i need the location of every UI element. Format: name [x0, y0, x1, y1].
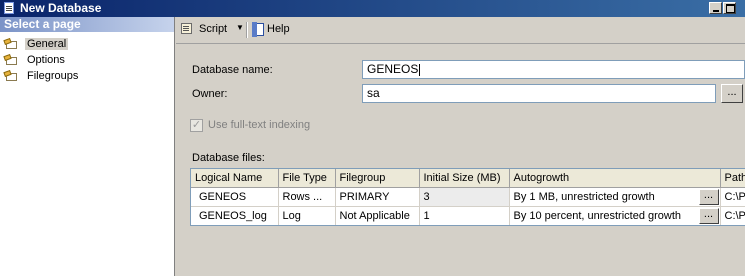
owner-value: sa: [367, 86, 380, 100]
column-header-file-type[interactable]: File Type: [278, 169, 336, 188]
file-type-cell[interactable]: Log: [278, 206, 336, 225]
owner-label: Owner:: [192, 88, 228, 100]
minimize-icon: [713, 10, 719, 12]
fulltext-checkbox[interactable]: ✓: [190, 119, 203, 132]
column-header-logical-name[interactable]: Logical Name: [191, 169, 279, 188]
initial-size-cell[interactable]: 1: [419, 206, 510, 225]
help-label: Help: [267, 23, 290, 35]
sidebar-item-label: General: [25, 38, 69, 50]
maximize-icon: [726, 4, 735, 13]
table-header-row: Logical Name File Type Filegroup Initial…: [191, 169, 745, 188]
toolbar: Script ▼ Help: [176, 17, 745, 44]
path-cell[interactable]: C:\P: [720, 206, 745, 225]
sidebar-item-options[interactable]: Options: [4, 53, 164, 68]
sidebar-item-filegroups[interactable]: Filegroups: [4, 69, 164, 84]
title-bar: New Database: [0, 0, 745, 17]
logical-name-cell[interactable]: GENEOS_log: [191, 206, 279, 225]
sidebar-item-label: Filegroups: [27, 70, 79, 82]
script-label: Script: [199, 23, 228, 35]
page-icon: [4, 38, 19, 50]
autogrowth-value: By 10 percent, unrestricted growth: [513, 209, 682, 222]
toolbar-separator: [246, 22, 248, 38]
page-selector-panel: Select a page General Options Filegroups: [0, 17, 175, 276]
autogrowth-cell[interactable]: By 10 percent, unrestricted growth ...: [509, 206, 721, 225]
table-row[interactable]: GENEOS Rows ... PRIMARY 3 By 1 MB, unres…: [191, 187, 745, 207]
path-cell[interactable]: C:\P: [720, 187, 745, 207]
maximize-button[interactable]: [723, 2, 736, 14]
column-header-path[interactable]: Path: [720, 169, 745, 188]
column-header-initial-size[interactable]: Initial Size (MB): [419, 169, 510, 188]
autogrowth-browse-button[interactable]: ...: [698, 188, 719, 205]
initial-size-cell[interactable]: 3: [419, 187, 510, 207]
page-icon: [4, 70, 19, 82]
column-header-filegroup[interactable]: Filegroup: [335, 169, 420, 188]
fulltext-label: Use full-text indexing: [208, 119, 311, 131]
file-type-cell[interactable]: Rows ...: [278, 187, 336, 207]
filegroup-cell[interactable]: Not Applicable: [335, 206, 420, 225]
sidebar-item-general[interactable]: General: [4, 37, 164, 52]
column-header-autogrowth[interactable]: Autogrowth: [509, 169, 721, 188]
sidebar-item-label: Options: [27, 54, 65, 66]
help-icon: [252, 22, 266, 37]
database-files-table: Logical Name File Type Filegroup Initial…: [191, 169, 745, 225]
select-page-label: Select a page: [4, 17, 81, 31]
database-icon: [4, 2, 14, 14]
text-caret: [419, 63, 421, 76]
database-name-value: GENEOS: [367, 62, 419, 76]
table-row[interactable]: GENEOS_log Log Not Applicable 1 By 10 pe…: [191, 206, 745, 225]
autogrowth-browse-button[interactable]: ...: [698, 207, 719, 224]
autogrowth-cell[interactable]: By 1 MB, unrestricted growth ...: [509, 187, 721, 207]
filegroup-cell[interactable]: PRIMARY: [335, 187, 420, 207]
script-button[interactable]: Script ▼: [180, 22, 244, 38]
select-page-header: Select a page: [0, 17, 174, 32]
autogrowth-value: By 1 MB, unrestricted growth: [513, 190, 655, 203]
script-icon: [180, 23, 194, 36]
dropdown-arrow-icon: ▼: [236, 23, 244, 32]
owner-browse-button[interactable]: ...: [721, 84, 743, 103]
logical-name-cell[interactable]: GENEOS: [191, 187, 279, 207]
database-files-label: Database files:: [192, 152, 265, 164]
database-name-input[interactable]: GENEOS: [362, 60, 745, 79]
owner-input[interactable]: sa: [362, 84, 716, 103]
window-title: New Database: [20, 1, 102, 15]
page-icon: [4, 54, 19, 66]
database-name-label: Database name:: [192, 64, 273, 76]
minimize-button[interactable]: [709, 2, 722, 14]
help-button[interactable]: Help: [252, 22, 292, 38]
database-files-grid: Logical Name File Type Filegroup Initial…: [190, 168, 745, 226]
